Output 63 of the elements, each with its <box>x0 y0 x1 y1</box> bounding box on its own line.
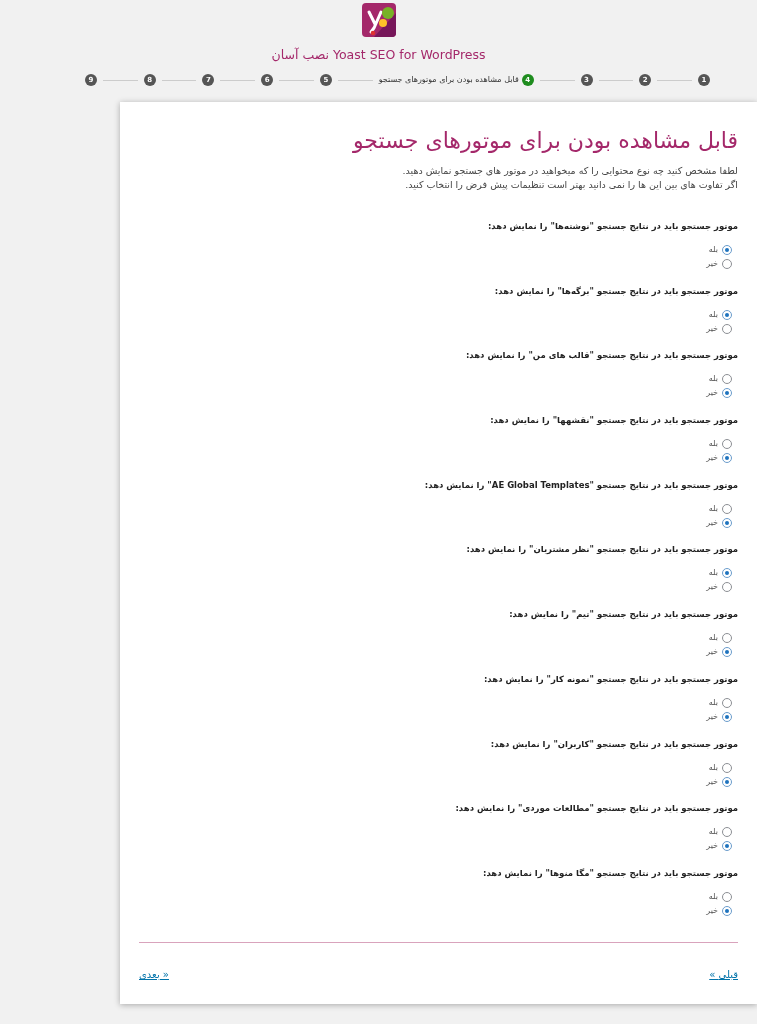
question-label: موتور جستجو باید در نتایج جستجو "قالب های من" را نمایش دهد: <box>464 349 738 363</box>
radio-button[interactable] <box>722 374 732 385</box>
option-label[interactable]: بله <box>708 631 718 646</box>
intro-text: لطفا مشخص کنید چه نوع محتوایی را که میخواهید در موتور های جستجو نمایش دهید. <box>401 164 738 178</box>
option-label[interactable]: خیر <box>706 903 718 918</box>
radio-button[interactable] <box>722 762 732 773</box>
question-label: موتور جستجو باید در نتایج جستجو "AE Global Templates" را نمایش دهد: <box>423 478 738 492</box>
option-label[interactable]: خیر <box>706 257 718 271</box>
question-label: موتور جستجو باید در نتایج جستجو "برگه‌ها" را نمایش دهد: <box>493 284 738 298</box>
radio-button[interactable] <box>722 568 732 579</box>
radio-button[interactable] <box>722 697 732 708</box>
option-label[interactable]: خیر <box>706 321 718 336</box>
option-label[interactable]: خیر <box>706 709 718 724</box>
option-label[interactable]: بله <box>708 695 718 710</box>
question-label: موتور جستجو باید در نتایج جستجو "مگا منوها" را نمایش دهد: <box>482 866 738 880</box>
option-label[interactable]: خیر <box>706 386 718 401</box>
radio-button[interactable] <box>722 309 732 320</box>
option-label[interactable]: بله <box>708 566 718 581</box>
question-label: موتور جستجو باید در نتایج جستجو "کاربران" را نمایش دهد: <box>489 737 738 751</box>
wizard-title: Yoast SEO for WordPress نصب آسان <box>271 47 486 63</box>
option-label[interactable]: بله <box>708 825 718 840</box>
radio-button[interactable] <box>722 259 732 269</box>
question-label: موتور جستجو باید در نتایج جستجو "نقشهها" را نمایش دهد: <box>489 414 738 428</box>
option-label[interactable]: بله <box>708 243 718 257</box>
radio-button[interactable] <box>722 891 732 902</box>
question-label: موتور جستجو باید در نتایج جستجو "مطالعات موردی" را نمایش دهد: <box>454 802 738 816</box>
option-label[interactable]: خیر <box>706 451 718 466</box>
radio-button[interactable] <box>722 503 732 514</box>
radio-button[interactable] <box>722 245 732 255</box>
radio-button[interactable] <box>722 453 732 464</box>
intro-text: اگر تفاوت های بین این ها را نمی دانید بهتر است تنظیمات پیش فرض را انتخاب کنید. <box>404 178 738 192</box>
radio-button[interactable] <box>722 439 732 450</box>
question-label: موتور جستجو باید در نتایج جستجو "نمونه کار" را نمایش دهد: <box>482 672 738 686</box>
radio-button[interactable] <box>722 323 732 334</box>
previous-link[interactable]: « قبلی <box>709 967 738 982</box>
next-link[interactable]: بعدی » <box>139 967 169 982</box>
option-label[interactable]: بله <box>708 889 718 904</box>
option-label[interactable]: خیر <box>706 839 718 854</box>
radio-button[interactable] <box>722 388 732 399</box>
step-label: قابل مشاهده بودن برای موتورهای جستجو <box>378 74 519 86</box>
option-label[interactable]: بله <box>708 372 718 387</box>
radio-button[interactable] <box>722 776 732 787</box>
option-label[interactable]: خیر <box>706 774 718 789</box>
radio-button[interactable] <box>722 633 732 644</box>
radio-button[interactable] <box>722 647 732 658</box>
radio-button[interactable] <box>722 582 732 593</box>
radio-button[interactable] <box>722 517 732 528</box>
option-label[interactable]: بله <box>708 437 718 452</box>
option-label[interactable]: بله <box>708 760 718 775</box>
logo-icon <box>361 3 396 37</box>
option-label[interactable]: خیر <box>706 645 718 660</box>
radio-button[interactable] <box>722 841 732 852</box>
option-label[interactable]: بله <box>708 307 718 322</box>
radio-button[interactable] <box>722 711 732 722</box>
option-label[interactable]: خیر <box>706 515 718 530</box>
question-label: موتور جستجو باید در نتایج جستجو "تیم" را نمایش دهد: <box>508 608 738 622</box>
question-label: موتور جستجو باید در نتایج جستجو "نظر مشتریان" را نمایش دهد: <box>465 543 738 557</box>
radio-button[interactable] <box>722 905 732 916</box>
page-heading: قابل مشاهده بودن برای موتورهای جستجو <box>351 127 738 155</box>
radio-button[interactable] <box>722 827 732 838</box>
question-label: موتور جستجو باید در نتایج جستجو "نوشته‌ها" را نمایش دهد: <box>486 220 738 233</box>
option-label[interactable]: بله <box>708 501 718 516</box>
option-label[interactable]: خیر <box>706 580 718 595</box>
